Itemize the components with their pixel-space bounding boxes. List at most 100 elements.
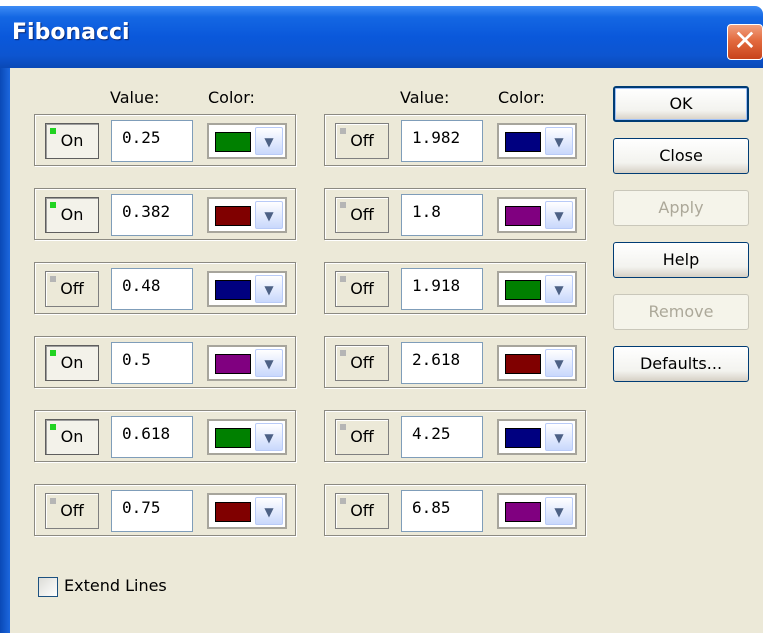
- chevron-down-icon[interactable]: ▼: [545, 497, 573, 525]
- extend-lines-checkbox[interactable]: [38, 577, 58, 597]
- color-swatch: [505, 132, 541, 152]
- level-toggle-button[interactable]: Off: [335, 419, 389, 455]
- value-header-right: Value:: [400, 88, 450, 107]
- fib-level-right-6: Off 6.85 ▼: [324, 484, 586, 536]
- status-led-icon: [50, 350, 56, 356]
- level-toggle-label: On: [60, 131, 84, 150]
- level-value-input[interactable]: 4.25: [401, 416, 483, 458]
- help-button[interactable]: Help: [613, 242, 749, 278]
- color-swatch: [215, 132, 251, 152]
- status-led-icon: [340, 128, 346, 134]
- level-color-picker[interactable]: ▼: [497, 345, 577, 381]
- level-color-picker[interactable]: ▼: [207, 493, 287, 529]
- status-led-icon: [340, 498, 346, 504]
- level-value-input[interactable]: 1.918: [401, 268, 483, 310]
- fibonacci-dialog: Fibonacci ✕ Value: Color: Value: Color: …: [0, 0, 763, 633]
- color-swatch: [215, 428, 251, 448]
- chevron-down-icon[interactable]: ▼: [545, 349, 573, 377]
- level-toggle-button[interactable]: On: [45, 419, 99, 455]
- level-toggle-button[interactable]: On: [45, 123, 99, 159]
- status-led-icon: [340, 350, 346, 356]
- level-value-input[interactable]: 6.85: [401, 490, 483, 532]
- level-toggle-button[interactable]: On: [45, 345, 99, 381]
- level-color-picker[interactable]: ▼: [207, 345, 287, 381]
- level-toggle-label: Off: [350, 205, 374, 224]
- level-toggle-button[interactable]: On: [45, 197, 99, 233]
- level-toggle-label: On: [60, 205, 84, 224]
- fib-level-left-3: Off 0.48 ▼: [34, 262, 296, 314]
- color-swatch: [505, 502, 541, 522]
- level-toggle-label: Off: [350, 279, 374, 298]
- defaults-button[interactable]: Defaults...: [613, 346, 749, 382]
- level-color-picker[interactable]: ▼: [497, 493, 577, 529]
- value-header-left: Value:: [110, 88, 160, 107]
- level-color-picker[interactable]: ▼: [207, 419, 287, 455]
- status-led-icon: [50, 498, 56, 504]
- level-value-input[interactable]: 0.48: [111, 268, 193, 310]
- level-toggle-label: Off: [350, 353, 374, 372]
- close-icon[interactable]: ✕: [727, 24, 763, 60]
- level-toggle-button[interactable]: Off: [335, 271, 389, 307]
- color-swatch: [215, 502, 251, 522]
- level-value-input[interactable]: 1.982: [401, 120, 483, 162]
- apply-button: Apply: [613, 190, 749, 226]
- level-color-picker[interactable]: ▼: [497, 123, 577, 159]
- level-value-input[interactable]: 0.25: [111, 120, 193, 162]
- level-color-picker[interactable]: ▼: [207, 123, 287, 159]
- ok-button[interactable]: OK: [613, 86, 749, 122]
- level-color-picker[interactable]: ▼: [207, 271, 287, 307]
- fib-level-right-3: Off 1.918 ▼: [324, 262, 586, 314]
- color-swatch: [505, 354, 541, 374]
- fib-level-left-5: On 0.618 ▼: [34, 410, 296, 462]
- fib-level-left-1: On 0.25 ▼: [34, 114, 296, 166]
- close-button[interactable]: Close: [613, 138, 749, 174]
- level-toggle-button[interactable]: Off: [45, 271, 99, 307]
- fib-level-left-4: On 0.5 ▼: [34, 336, 296, 388]
- chevron-down-icon[interactable]: ▼: [255, 201, 283, 229]
- extend-lines-label[interactable]: Extend Lines: [64, 576, 167, 595]
- chevron-down-icon[interactable]: ▼: [545, 423, 573, 451]
- level-color-picker[interactable]: ▼: [207, 197, 287, 233]
- level-toggle-button[interactable]: Off: [335, 345, 389, 381]
- level-value-input[interactable]: 0.75: [111, 490, 193, 532]
- fib-level-right-1: Off 1.982 ▼: [324, 114, 586, 166]
- status-led-icon: [340, 202, 346, 208]
- fib-level-left-2: On 0.382 ▼: [34, 188, 296, 240]
- level-toggle-button[interactable]: Off: [45, 493, 99, 529]
- level-toggle-button[interactable]: Off: [335, 197, 389, 233]
- chevron-down-icon[interactable]: ▼: [255, 423, 283, 451]
- level-toggle-button[interactable]: Off: [335, 493, 389, 529]
- level-value-input[interactable]: 0.382: [111, 194, 193, 236]
- chevron-down-icon[interactable]: ▼: [255, 275, 283, 303]
- level-value-input[interactable]: 2.618: [401, 342, 483, 384]
- level-color-picker[interactable]: ▼: [497, 271, 577, 307]
- chevron-down-icon[interactable]: ▼: [255, 127, 283, 155]
- level-value-input[interactable]: 1.8: [401, 194, 483, 236]
- level-toggle-label: Off: [350, 501, 374, 520]
- level-color-picker[interactable]: ▼: [497, 197, 577, 233]
- chevron-down-icon[interactable]: ▼: [545, 201, 573, 229]
- fib-level-right-2: Off 1.8 ▼: [324, 188, 586, 240]
- level-toggle-label: Off: [60, 279, 84, 298]
- fib-level-right-4: Off 2.618 ▼: [324, 336, 586, 388]
- level-color-picker[interactable]: ▼: [497, 419, 577, 455]
- chevron-down-icon[interactable]: ▼: [255, 349, 283, 377]
- chevron-down-icon[interactable]: ▼: [545, 127, 573, 155]
- level-toggle-label: Off: [350, 131, 374, 150]
- level-value-input[interactable]: 0.5: [111, 342, 193, 384]
- fib-level-right-5: Off 4.25 ▼: [324, 410, 586, 462]
- color-swatch: [215, 280, 251, 300]
- chevron-down-icon[interactable]: ▼: [545, 275, 573, 303]
- level-toggle-label: Off: [350, 427, 374, 446]
- status-led-icon: [340, 424, 346, 430]
- status-led-icon: [340, 276, 346, 282]
- remove-button: Remove: [613, 294, 749, 330]
- status-led-icon: [50, 128, 56, 134]
- color-header-right: Color:: [498, 88, 545, 107]
- color-header-left: Color:: [208, 88, 255, 107]
- color-swatch: [505, 206, 541, 226]
- chevron-down-icon[interactable]: ▼: [255, 497, 283, 525]
- level-value-input[interactable]: 0.618: [111, 416, 193, 458]
- window-frame-left: [0, 68, 10, 633]
- level-toggle-button[interactable]: Off: [335, 123, 389, 159]
